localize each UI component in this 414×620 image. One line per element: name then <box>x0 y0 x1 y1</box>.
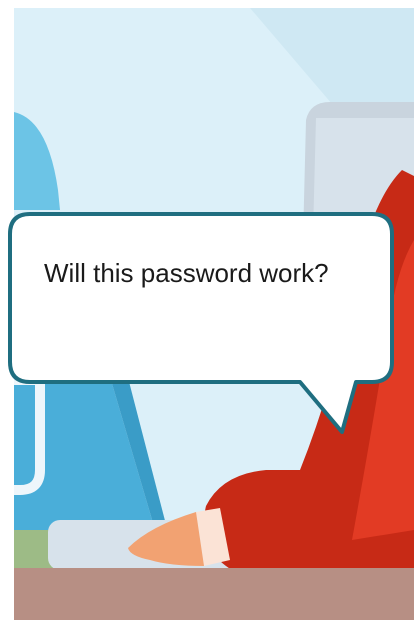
comic-panel: Will this password work? <box>0 0 414 620</box>
floor <box>14 568 414 620</box>
illustration-scene <box>14 8 414 620</box>
speech-text: Will this password work? <box>44 258 329 288</box>
